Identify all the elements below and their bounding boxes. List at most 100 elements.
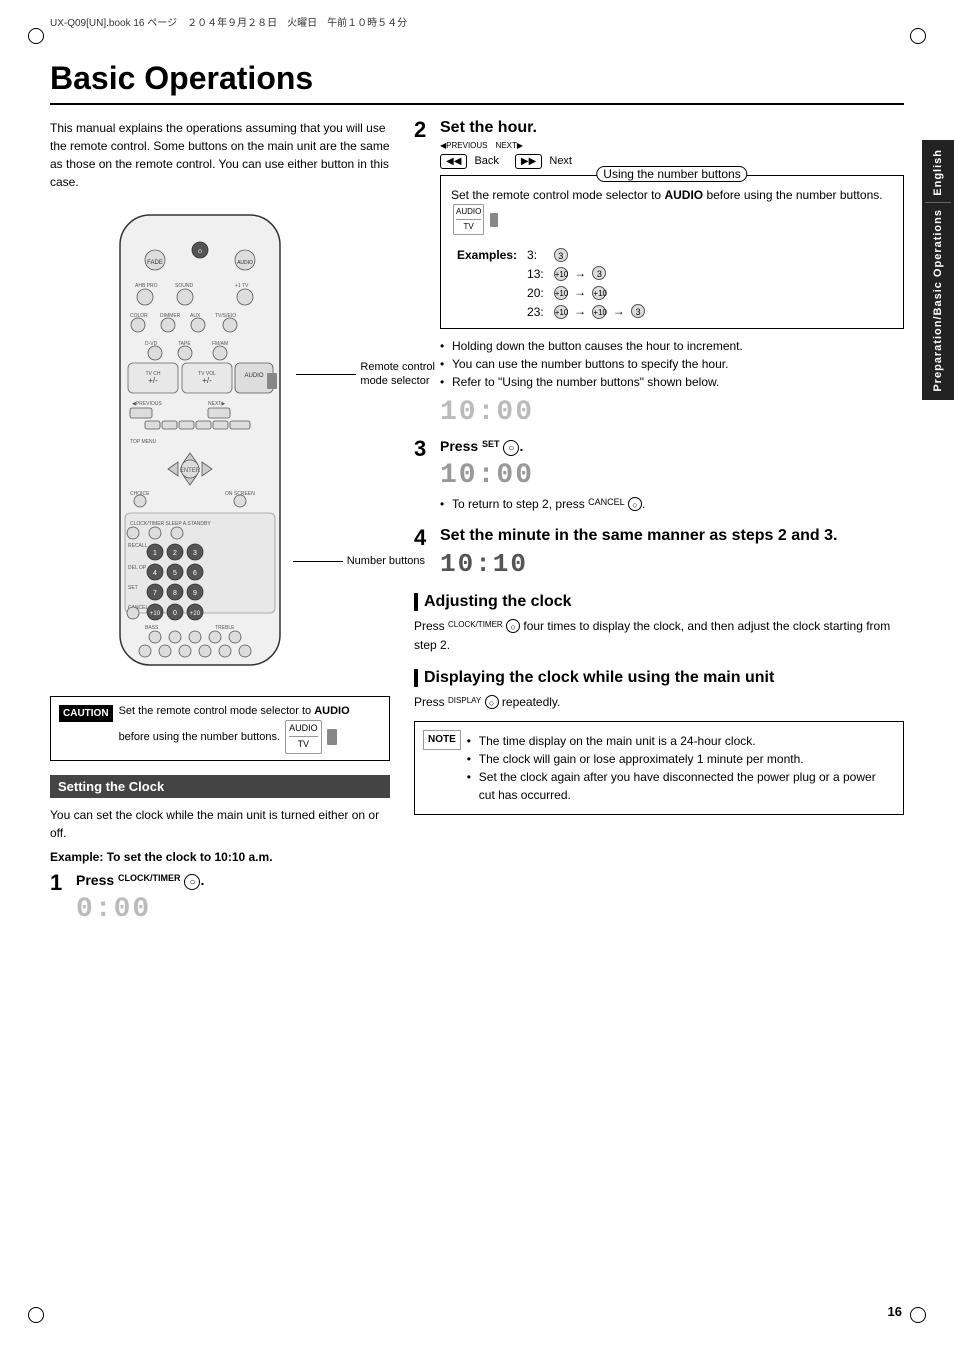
corner-mark-tr bbox=[910, 28, 926, 44]
two-col-layout: This manual explains the operations assu… bbox=[50, 119, 904, 935]
step-3-number: 3 bbox=[414, 438, 432, 460]
clock-intro: You can set the clock while the main uni… bbox=[50, 806, 390, 842]
step-3-content: Press SET ○. 10:00 To return to step 2, … bbox=[440, 438, 904, 517]
intro-text: This manual explains the operations assu… bbox=[50, 119, 390, 191]
svg-text:CLOCK/TIMER SLEEP A.STANDBY: CLOCK/TIMER SLEEP A.STANDBY bbox=[130, 521, 211, 527]
cancel-label: CANCEL bbox=[588, 497, 625, 507]
adjusting-clock-text: Press CLOCK/TIMER ○ four times to displa… bbox=[414, 617, 904, 655]
svg-text:2: 2 bbox=[173, 550, 177, 557]
svg-text:3: 3 bbox=[193, 550, 197, 557]
step-4: 4 Set the minute in the same manner as s… bbox=[414, 527, 904, 579]
svg-text:SOUND: SOUND bbox=[175, 283, 193, 289]
svg-text:AHB PRO: AHB PRO bbox=[135, 283, 158, 289]
step-2-title: Set the hour. bbox=[440, 119, 904, 137]
example-val-1: 3 bbox=[550, 247, 649, 263]
right-column: 2 Set the hour. ◀PREVIOUS NEXT▶ ◀◀ Back … bbox=[414, 119, 904, 935]
top-info: UX-Q09[UN].book 16 ページ ２０４年９月２８日 火曜日 午前１… bbox=[50, 14, 407, 29]
svg-text:0: 0 bbox=[173, 610, 177, 617]
examples-label: Examples: bbox=[453, 247, 521, 263]
svg-text:+20: +20 bbox=[190, 611, 201, 617]
step-3-button-label: SET bbox=[482, 439, 500, 449]
svg-text:6: 6 bbox=[193, 570, 197, 577]
display-label: DISPLAY bbox=[448, 696, 481, 705]
step-1-button-label: CLOCK/TIMER bbox=[118, 873, 181, 883]
step-4-content: Set the minute in the same manner as ste… bbox=[440, 527, 904, 579]
note-box: NOTE The time display on the main unit i… bbox=[414, 721, 904, 815]
number-buttons-box: Using the number buttons Set the remote … bbox=[440, 175, 904, 329]
displaying-clock-title: Displaying the clock while using the mai… bbox=[414, 669, 904, 687]
step-1-title: Press CLOCK/TIMER ○. bbox=[76, 872, 390, 890]
svg-text:8: 8 bbox=[173, 590, 177, 597]
step-1: 1 Press CLOCK/TIMER ○. 0:00 bbox=[50, 872, 390, 925]
step-3-display-before: 10:00 bbox=[440, 460, 904, 491]
step-3-title: Press SET ○. bbox=[440, 438, 904, 456]
left-column: This manual explains the operations assu… bbox=[50, 119, 390, 935]
cancel-button: ○ bbox=[628, 497, 642, 511]
svg-text:4: 4 bbox=[153, 570, 157, 577]
svg-text:⏻: ⏻ bbox=[198, 249, 202, 255]
step-2-bullet-2: You can use the number buttons to specif… bbox=[440, 355, 904, 373]
step-2-buttons: ◀PREVIOUS NEXT▶ bbox=[440, 141, 904, 150]
example-num-2: 13: bbox=[523, 265, 548, 282]
clock-timer-label: CLOCK/TIMER bbox=[448, 620, 503, 629]
step-1-display: 0:00 bbox=[76, 894, 390, 925]
number-buttons-title: Using the number buttons bbox=[596, 166, 747, 182]
step-4-display: 10:10 bbox=[440, 549, 904, 579]
svg-text:+1 TV: +1 TV bbox=[235, 283, 249, 289]
svg-text:ENTER: ENTER bbox=[180, 468, 201, 474]
note-list: The time display on the main unit is a 2… bbox=[467, 732, 895, 804]
corner-mark-bl bbox=[28, 1307, 44, 1323]
step-1-content: Press CLOCK/TIMER ○. 0:00 bbox=[76, 872, 390, 925]
step-2: 2 Set the hour. ◀PREVIOUS NEXT▶ ◀◀ Back … bbox=[414, 119, 904, 428]
side-tab-section: Preparation/Basic Operations bbox=[932, 209, 944, 392]
svg-text:9: 9 bbox=[193, 590, 197, 597]
note-item-2: The clock will gain or lose approximatel… bbox=[467, 750, 895, 768]
callout-number-buttons: Number buttons bbox=[293, 555, 425, 567]
example-num-1: 3: bbox=[523, 247, 548, 263]
example-val-4: +10 → +10 → 3 bbox=[550, 303, 649, 320]
section-header-clock: Setting the Clock bbox=[50, 775, 390, 798]
svg-text:AUDIO: AUDIO bbox=[237, 260, 253, 266]
svg-text:AUDIO: AUDIO bbox=[244, 373, 263, 379]
svg-text:BASS: BASS bbox=[145, 625, 159, 631]
svg-text:+/-: +/- bbox=[148, 376, 158, 385]
callout-mode-selector: Remote controlmode selector bbox=[296, 360, 435, 389]
caution-box: CAUTION Set the remote control mode sele… bbox=[50, 696, 390, 761]
svg-text:7: 7 bbox=[153, 590, 157, 597]
caution-text: Set the remote control mode selector to … bbox=[119, 703, 381, 754]
svg-text:TV/S/EIO: TV/S/EIO bbox=[215, 313, 236, 319]
main-content: Basic Operations This manual explains th… bbox=[50, 60, 904, 1291]
step-2-number: 2 bbox=[414, 119, 432, 141]
svg-text:5: 5 bbox=[173, 570, 177, 577]
svg-text:◀PREVIOUS: ◀PREVIOUS bbox=[132, 401, 162, 407]
display-button: ○ bbox=[485, 695, 499, 709]
svg-text:TREBLE: TREBLE bbox=[215, 625, 235, 631]
remote-svg: FADE ⏻ AUDIO AHB PRO SOUND +1 TV CO bbox=[100, 205, 300, 685]
step-2-bullet-3: Refer to "Using the number buttons" show… bbox=[440, 373, 904, 391]
step-2-bullet-1: Holding down the button causes the hour … bbox=[440, 337, 904, 355]
displaying-clock-text: Press DISPLAY ○ repeatedly. bbox=[414, 693, 904, 712]
step-1-number: 1 bbox=[50, 872, 68, 894]
example-num-4: 23: bbox=[523, 303, 548, 320]
number-buttons-text: Set the remote control mode selector to … bbox=[451, 186, 893, 235]
corner-mark-tl bbox=[28, 28, 44, 44]
step-2-bullets: Holding down the button causes the hour … bbox=[440, 337, 904, 391]
step-1-button: ○ bbox=[184, 874, 200, 890]
clock-example: Example: To set the clock to 10:10 a.m. bbox=[50, 848, 390, 866]
page-number: 16 bbox=[888, 1304, 902, 1319]
remote-illustration: FADE ⏻ AUDIO AHB PRO SOUND +1 TV CO bbox=[50, 205, 390, 688]
example-val-3: +10 → +10 bbox=[550, 284, 649, 301]
side-tab-english: English bbox=[932, 149, 944, 196]
step-4-title: Set the minute in the same manner as ste… bbox=[440, 527, 904, 545]
svg-text:TOP MENU: TOP MENU bbox=[130, 439, 157, 445]
svg-text:SET: SET bbox=[128, 585, 138, 591]
step-2-display: 10:00 bbox=[440, 397, 904, 428]
step-3-bullet: To return to step 2, press CANCEL ○. bbox=[440, 495, 904, 513]
caution-label: CAUTION bbox=[59, 705, 113, 722]
svg-text:NEXT▶: NEXT▶ bbox=[208, 401, 225, 407]
example-val-2: +10 → 3 bbox=[550, 265, 649, 282]
step-3-bullets: To return to step 2, press CANCEL ○. bbox=[440, 495, 904, 513]
svg-text:DEL OP: DEL OP bbox=[128, 565, 147, 571]
example-num-3: 20: bbox=[523, 284, 548, 301]
svg-text:FADE: FADE bbox=[147, 260, 163, 266]
